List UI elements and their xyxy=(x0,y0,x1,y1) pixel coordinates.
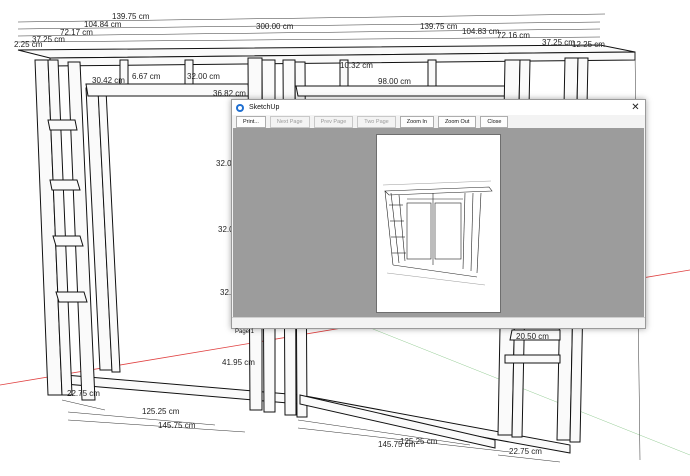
page-indicator: Page 1 xyxy=(235,329,255,335)
close-button[interactable]: Close xyxy=(480,116,509,128)
dim-12: 12.25 cm xyxy=(572,40,605,49)
status-bar: Page 1 xyxy=(232,317,645,335)
prev-page-button[interactable]: Prev Page xyxy=(313,116,354,128)
sketchup-app-icon xyxy=(236,103,244,112)
preview-viewport[interactable] xyxy=(233,128,644,318)
dialog-titlebar[interactable]: SketchUp ✕ xyxy=(232,100,645,115)
dim-72-left: 72.17 cm xyxy=(60,28,93,37)
zoom-in-button[interactable]: Zoom In xyxy=(399,116,434,128)
dim-header-36: 36.82 cm xyxy=(213,89,246,98)
zoom-out-button[interactable]: Zoom Out xyxy=(437,116,477,128)
dim-bottom-145-left: 145.75 cm xyxy=(158,421,196,430)
dim-header-98: 98.00 cm xyxy=(378,77,411,86)
dim-bottom-22-left: 22.75 cm xyxy=(67,389,100,398)
dialog-title: SketchUp xyxy=(249,104,280,111)
dim-bottom-145-right: 145.75 cm xyxy=(378,440,416,449)
dim-header-6: 6.67 cm xyxy=(132,72,161,81)
dim-header-32: 32.00 cm xyxy=(187,72,220,81)
next-page-button[interactable]: Next Page xyxy=(269,116,310,128)
dim-right-20: 20.50 cm xyxy=(516,332,549,341)
dim-104-right: 104.83 cm xyxy=(462,27,500,36)
dim-header-10: 10.32 cm xyxy=(340,61,373,70)
page-thumbnail-drawing xyxy=(382,180,493,286)
dim-72-right: 72.16 cm xyxy=(497,31,530,40)
two-page-button[interactable]: Two Page xyxy=(357,116,396,128)
dim-header-30: 30.42 cm xyxy=(92,76,125,85)
dim-139-right: 139.75 cm xyxy=(420,22,458,31)
preview-page xyxy=(376,134,501,313)
preview-toolbar: Print... Next Page Prev Page Two Page Zo… xyxy=(232,116,645,128)
print-preview-dialog[interactable]: SketchUp ✕ Print... Next Page Prev Page … xyxy=(231,99,646,335)
dim-300: 300.00 cm xyxy=(256,22,294,31)
dim-2: 2.25 cm xyxy=(14,40,43,49)
dim-bottom-125-left: 125.25 cm xyxy=(142,407,180,416)
dim-side-41: 41.95 cm xyxy=(222,358,255,367)
dim-37-right: 37.25 cm xyxy=(542,38,575,47)
dim-bottom-22-right: 22.75 cm xyxy=(509,447,542,456)
close-icon[interactable]: ✕ xyxy=(629,100,642,115)
print-button[interactable]: Print... xyxy=(236,116,266,128)
